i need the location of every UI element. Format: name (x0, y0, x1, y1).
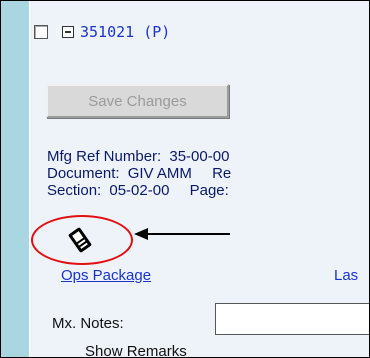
section-line: Section: 05-02-00 Page: (47, 182, 231, 199)
show-remarks-link[interactable]: Show Remarks (85, 343, 187, 357)
annotation-arrow-icon (134, 228, 230, 240)
mx-notes-input[interactable] (215, 303, 369, 335)
left-strip (1, 1, 29, 357)
section-label: Section: (47, 182, 102, 199)
mfg-ref-value: 35-00-00 (169, 148, 230, 165)
collapse-icon[interactable] (62, 26, 74, 38)
record-link[interactable]: 351021 (P) (80, 23, 170, 41)
record-checkbox[interactable] (34, 25, 48, 39)
document-line: Document: GIV AMM Re (47, 165, 231, 182)
record-header: 351021 (P) (34, 21, 170, 43)
window-frame: 351021 (P) Save Changes Mfg Ref Number: … (0, 0, 370, 358)
ops-package-link[interactable]: Ops Package (61, 267, 151, 284)
section-value: 05-02-00 (109, 182, 170, 199)
mfg-ref-line: Mfg Ref Number: 35-00-00 (47, 148, 231, 165)
document-value: GIV AMM (127, 165, 192, 182)
document-label: Document: (47, 165, 120, 182)
rev-label: Re (212, 165, 232, 182)
mfg-ref-label: Mfg Ref Number: (47, 148, 162, 165)
mx-notes-label: Mx. Notes: (52, 315, 124, 332)
save-changes-button[interactable]: Save Changes (46, 84, 229, 118)
last-link[interactable]: Las (334, 267, 358, 284)
info-block: Mfg Ref Number: 35-00-00 Document: GIV A… (47, 148, 231, 199)
page-label: Page: (189, 182, 229, 199)
annotation-circle (31, 215, 133, 265)
